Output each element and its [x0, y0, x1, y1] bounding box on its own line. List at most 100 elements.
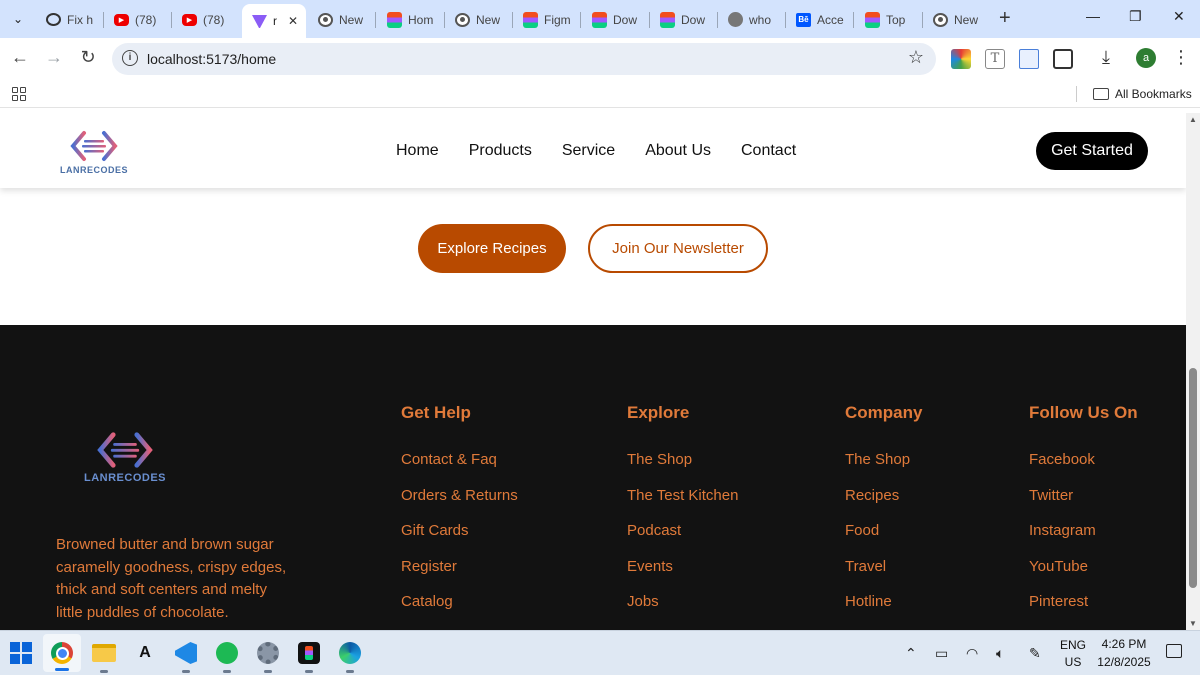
- browser-tab[interactable]: ▶ (78): [104, 5, 170, 34]
- footer-link[interactable]: Travel: [845, 558, 922, 594]
- browser-tab[interactable]: Dow: [582, 5, 648, 34]
- profile-avatar[interactable]: a: [1136, 48, 1156, 68]
- edge-icon[interactable]: [337, 640, 363, 673]
- new-tab-button[interactable]: +: [999, 8, 1011, 28]
- chrome-taskbar-icon[interactable]: [43, 634, 81, 672]
- nav-contact[interactable]: Contact: [741, 142, 796, 160]
- minimize-icon[interactable]: —: [1086, 8, 1100, 24]
- address-url[interactable]: localhost:5173/home: [147, 51, 276, 67]
- browser-tab[interactable]: New: [445, 5, 511, 34]
- nav-products[interactable]: Products: [469, 142, 532, 160]
- tab-title: Fix h: [67, 12, 94, 27]
- site-logo[interactable]: LANRECODES: [60, 129, 128, 175]
- battery-icon[interactable]: ▭: [935, 645, 948, 662]
- all-bookmarks-link[interactable]: All Bookmarks: [1115, 87, 1192, 101]
- footer-link[interactable]: Contact & Faq: [401, 451, 518, 487]
- browser-tab[interactable]: Top: [855, 5, 921, 34]
- spotify-icon[interactable]: [214, 640, 240, 673]
- browser-tab[interactable]: Dow: [650, 5, 716, 34]
- show-hidden-icons-chevron-icon[interactable]: ⌃: [905, 645, 917, 662]
- scroll-down-arrow-icon[interactable]: ▼: [1189, 619, 1197, 628]
- site-header: LANRECODES Home Products Service About U…: [0, 113, 1186, 188]
- nav-home[interactable]: Home: [396, 142, 439, 160]
- back-arrow-icon[interactable]: ←: [8, 47, 32, 68]
- download-icon[interactable]: ⤓: [1102, 47, 1110, 68]
- footer-link-youtube[interactable]: YouTube: [1029, 558, 1138, 594]
- clock-time[interactable]: 4:26 PM: [1094, 637, 1154, 651]
- page-scrollbar[interactable]: ▲ ▼: [1186, 113, 1200, 630]
- restore-window-icon[interactable]: ❐: [1129, 8, 1142, 25]
- windows-taskbar: A ⌃ ▭ ◠ 🔈︎ ✎ ENG US 4:26 PM 12/8/2025: [0, 630, 1200, 675]
- wifi-icon[interactable]: ◠: [966, 645, 978, 662]
- footer-link-facebook[interactable]: Facebook: [1029, 451, 1138, 487]
- footer-link-instagram[interactable]: Instagram: [1029, 522, 1138, 558]
- browser-tab[interactable]: Bē Acce: [786, 5, 852, 34]
- footer-link-pinterest[interactable]: Pinterest: [1029, 593, 1138, 629]
- bookmark-star-icon[interactable]: ☆: [908, 47, 924, 68]
- clock-date[interactable]: 12/8/2025: [1092, 655, 1156, 669]
- close-tab-icon[interactable]: ✕: [288, 14, 298, 28]
- address-bar[interactable]: i localhost:5173/home ☆: [112, 43, 936, 75]
- footer-link[interactable]: Hotline: [845, 593, 922, 629]
- footer-link[interactable]: Orders & Returns: [401, 487, 518, 523]
- page-viewport: LANRECODES Home Products Service About U…: [0, 113, 1186, 630]
- figma-icon: [660, 11, 675, 28]
- document-extension-icon[interactable]: [1019, 49, 1039, 69]
- footer-link[interactable]: Gift Cards: [401, 522, 518, 558]
- text-extension-icon[interactable]: T: [985, 49, 1005, 69]
- input-language[interactable]: ENG: [1058, 638, 1088, 652]
- browser-tab[interactable]: Figm: [513, 5, 579, 34]
- footer-link[interactable]: The Shop: [627, 451, 738, 487]
- browser-tab[interactable]: ▶ (78): [172, 5, 238, 34]
- footer-link[interactable]: Jobs: [627, 593, 738, 629]
- browser-tab[interactable]: New: [923, 5, 989, 34]
- footer-link[interactable]: Catalog: [401, 593, 518, 629]
- browser-tab[interactable]: who: [718, 5, 784, 34]
- footer-column-title: Company: [845, 403, 923, 422]
- figma-taskbar-icon[interactable]: [296, 640, 322, 673]
- nav-about-us[interactable]: About Us: [645, 142, 711, 160]
- apps-grid-icon[interactable]: [12, 87, 26, 101]
- vscode-icon[interactable]: [173, 640, 199, 673]
- scrollbar-thumb[interactable]: [1189, 368, 1197, 588]
- close-window-icon[interactable]: ✕: [1173, 8, 1185, 25]
- settings-icon[interactable]: [255, 640, 281, 673]
- volume-icon[interactable]: 🔈︎: [996, 645, 1004, 662]
- footer-link[interactable]: The Test Kitchen: [627, 487, 738, 523]
- browser-tab[interactable]: Hom: [377, 5, 443, 34]
- tab-search-button[interactable]: ⌄: [6, 7, 30, 31]
- explore-recipes-button[interactable]: Explore Recipes: [418, 224, 566, 273]
- folder-icon[interactable]: [1093, 88, 1109, 100]
- footer-link[interactable]: Food: [845, 522, 922, 558]
- browser-tab[interactable]: New: [308, 5, 374, 34]
- extensions-puzzle-icon[interactable]: [1053, 49, 1073, 69]
- tab-title: Figm: [544, 12, 571, 27]
- globe-icon: [728, 12, 743, 27]
- footer-link[interactable]: Events: [627, 558, 738, 594]
- input-region[interactable]: US: [1058, 655, 1088, 669]
- tab-title: (78): [135, 12, 157, 27]
- more-menu-icon[interactable]: ⋮: [1172, 47, 1190, 68]
- scroll-up-arrow-icon[interactable]: ▲: [1189, 115, 1197, 124]
- notification-icon[interactable]: [1166, 644, 1182, 658]
- join-newsletter-button[interactable]: Join Our Newsletter: [588, 224, 768, 273]
- footer-link-twitter[interactable]: Twitter: [1029, 487, 1138, 523]
- footer-logo[interactable]: LANRECODES: [84, 430, 166, 484]
- windows-start-icon[interactable]: [8, 640, 34, 666]
- site-info-icon[interactable]: i: [122, 50, 138, 66]
- a-app-icon[interactable]: A: [132, 640, 158, 666]
- reload-icon[interactable]: ↻: [76, 47, 100, 68]
- footer-link[interactable]: Register: [401, 558, 518, 594]
- footer-link[interactable]: Podcast: [627, 522, 738, 558]
- forward-arrow-icon[interactable]: →: [42, 47, 66, 68]
- pen-icon[interactable]: ✎: [1029, 645, 1041, 662]
- browser-tab[interactable]: Fix h: [36, 5, 102, 34]
- bookmarks-bar: All Bookmarks: [0, 80, 1200, 108]
- footer-link[interactable]: The Shop: [845, 451, 922, 487]
- file-explorer-icon[interactable]: [91, 640, 117, 673]
- browser-tab-active[interactable]: r ✕: [242, 4, 306, 38]
- color-picker-extension-icon[interactable]: [951, 49, 971, 69]
- footer-link[interactable]: Recipes: [845, 487, 922, 523]
- nav-service[interactable]: Service: [562, 142, 615, 160]
- get-started-button[interactable]: Get Started: [1036, 132, 1148, 170]
